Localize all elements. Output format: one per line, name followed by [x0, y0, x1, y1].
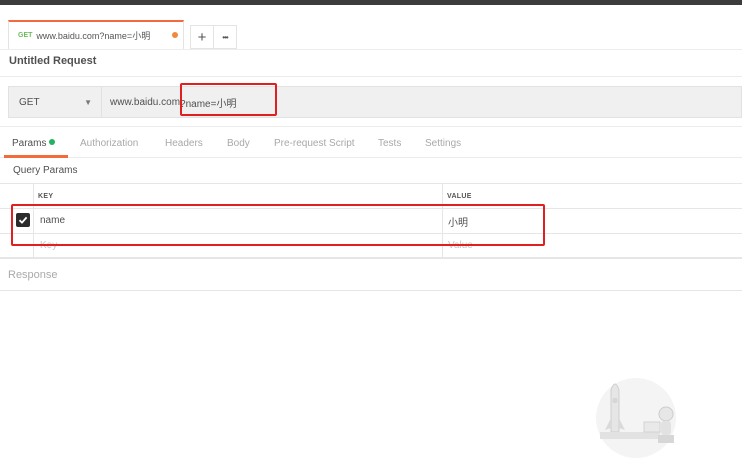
- method-select[interactable]: GET ▼: [8, 86, 101, 118]
- request-tab[interactable]: GET www.baidu.com?name=小明: [8, 20, 184, 49]
- tab-params[interactable]: Params: [12, 138, 56, 149]
- tab-method-label: GET: [18, 32, 33, 39]
- tab-options-button[interactable]: •••: [213, 25, 237, 49]
- request-tab-strip: GET www.baidu.com?name=小明 + •••: [0, 5, 742, 49]
- response-label: Response: [8, 269, 58, 281]
- tab-settings[interactable]: Settings: [425, 138, 461, 149]
- request-title[interactable]: Untitled Request: [9, 55, 96, 67]
- key-column-header: KEY: [38, 193, 54, 200]
- tab-headers[interactable]: Headers: [165, 138, 203, 149]
- tab-pre-request-script[interactable]: Pre-request Script: [274, 138, 355, 149]
- new-tab-button[interactable]: +: [190, 25, 214, 49]
- request-subtabs: Params Authorization Headers Body Pre-re…: [0, 126, 742, 158]
- query-params-label: Query Params: [13, 165, 78, 176]
- tab-tests[interactable]: Tests: [378, 138, 401, 149]
- url-bar: GET ▼ www.baidu.com ?name=小明: [0, 76, 742, 126]
- tab-url-label: www.baidu.com?name=小明: [36, 31, 151, 41]
- url-input-host: www.baidu.com: [110, 96, 181, 108]
- method-select-value: GET: [19, 96, 40, 108]
- active-tab-indicator: [4, 155, 68, 158]
- unsaved-changes-dot-icon: [172, 32, 178, 38]
- tab-body[interactable]: Body: [227, 138, 250, 149]
- tab-params-label: Params: [12, 138, 47, 149]
- rocket-astronaut-illustration-icon: [596, 378, 676, 458]
- chevron-down-icon: ▼: [84, 98, 92, 107]
- url-query-highlight-box: [180, 83, 277, 116]
- response-section: Response: [0, 258, 742, 291]
- value-column-header: VALUE: [447, 193, 472, 200]
- request-title-row: Untitled Request: [0, 49, 742, 76]
- param-row-highlight-box: [11, 204, 545, 246]
- tab-authorization[interactable]: Authorization: [80, 138, 138, 149]
- params-active-dot-icon: [49, 139, 56, 145]
